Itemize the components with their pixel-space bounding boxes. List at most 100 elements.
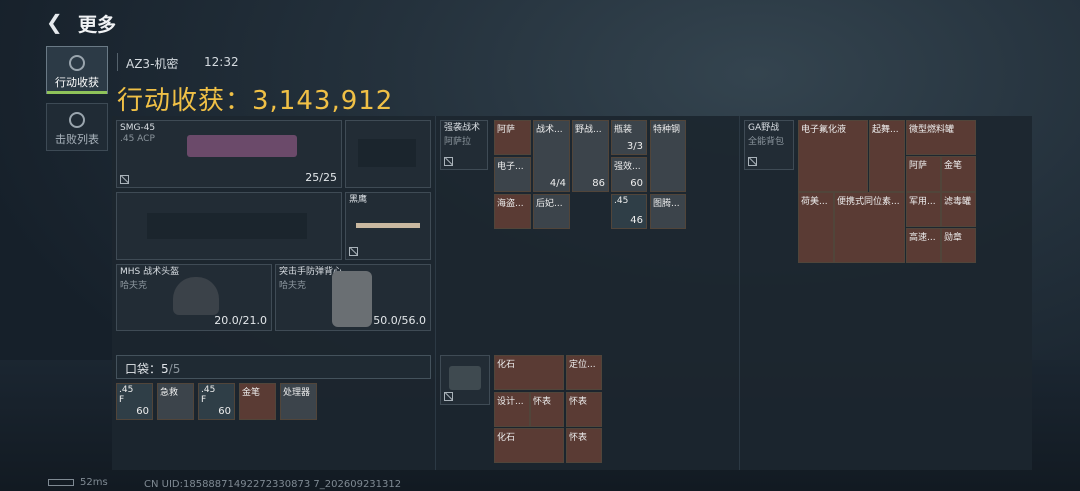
melee-name: 黑鹰 (349, 195, 368, 205)
item-count: 4/4 (549, 178, 566, 189)
secondary-weapon-slot[interactable] (116, 192, 342, 260)
backpack-item[interactable]: 便携式同位素... (834, 192, 905, 263)
chest-item[interactable]: 后妃... (533, 194, 570, 229)
item-name: 处理器 (283, 388, 311, 398)
helmet-slot[interactable]: MHS 战术头盔 哈夫克 20.0/21.0 (116, 264, 272, 331)
item-name: 海盗... (497, 199, 524, 209)
item-sub: F (201, 395, 207, 405)
backpack-item[interactable]: 勋章 (941, 228, 976, 263)
chest-item[interactable]: 海盗... (494, 194, 531, 229)
pistol-icon (358, 139, 416, 167)
signal-icon (48, 478, 74, 486)
case-item[interactable]: 怀表 (530, 392, 564, 427)
tab-kills[interactable]: 击败列表 (46, 103, 108, 151)
pistol-slot[interactable] (345, 120, 431, 188)
haul-total: 行动收获：3,143,912 (117, 80, 393, 117)
pocket-value: 5 (161, 362, 169, 376)
case-item[interactable]: 化石 (494, 355, 564, 390)
helmet-name: MHS 战术头盔 (120, 267, 180, 277)
item-name: .45 (119, 385, 134, 395)
divider (435, 116, 436, 470)
item-name: 图腾... (653, 199, 680, 209)
lock-icon (444, 392, 453, 401)
pocket-item[interactable]: 处理器 (280, 383, 317, 420)
item-name: 怀表 (569, 397, 588, 407)
pocket-max: /5 (168, 362, 181, 376)
backpack-sub: 全能背包 (748, 137, 785, 147)
weapon-ammo: .45 ACP (120, 134, 155, 144)
case-item[interactable]: 怀表 (566, 392, 602, 427)
vest-slot[interactable]: 突击手防弹背心 哈夫克 50.0/56.0 (275, 264, 431, 331)
item-name: 微型燃料罐 (909, 125, 955, 135)
item-name: 金笔 (944, 161, 963, 171)
backpack-item[interactable]: 金笔 (941, 156, 976, 192)
target-icon (69, 55, 85, 71)
pocket-item[interactable]: 金笔 (239, 383, 276, 420)
case-item[interactable]: 定位... (566, 355, 602, 390)
network-status: 52ms (48, 477, 108, 488)
back-icon[interactable]: ❮ (46, 12, 66, 32)
chest-item[interactable]: 强效... 60 (611, 157, 647, 192)
backpack-item[interactable]: 军用... (906, 192, 941, 227)
backpack-item[interactable]: 电子氟化液 (798, 120, 868, 192)
knife-icon (356, 223, 420, 228)
backpack-item[interactable]: 滤毒罐 (941, 192, 976, 227)
smg-icon (187, 135, 297, 157)
divider (117, 53, 118, 71)
item-name: 高速... (909, 233, 936, 243)
backpack-item[interactable]: 起舞... (869, 120, 905, 192)
item-name: 阿萨 (497, 125, 516, 135)
item-name: 定位... (569, 360, 596, 370)
chest-item[interactable]: 阿萨 (494, 120, 531, 155)
helmet-brand: 哈夫克 (120, 281, 148, 291)
item-count: 3/3 (626, 141, 643, 152)
chest-item[interactable]: 野战... 86 (572, 120, 609, 192)
lock-icon (349, 247, 358, 256)
backpack-slot[interactable]: GA野战 全能背包 (744, 120, 794, 170)
pocket-item[interactable]: 急救 (157, 383, 194, 420)
player-uid: CN UID:18588871492272330873 7_2026092313… (144, 479, 402, 490)
vest-durability: 50.0/56.0 (373, 314, 426, 327)
item-name: 急救 (160, 388, 179, 398)
chest-item[interactable]: 特种钢 (650, 120, 686, 192)
item-name: 化石 (497, 433, 516, 443)
safe-case-slot[interactable] (440, 355, 490, 405)
chest-rig-name: 强袭战术 (444, 123, 481, 133)
item-name: 强效... (614, 162, 641, 172)
chest-item[interactable]: 电子... (494, 157, 531, 192)
item-name: 滤毒罐 (944, 197, 972, 207)
item-name: 化石 (497, 360, 516, 370)
item-name: 特种钢 (653, 125, 681, 135)
item-name: 后妃... (536, 199, 563, 209)
pocket-item[interactable]: .45 F 60 (116, 383, 153, 420)
chest-item[interactable]: .45 46 (611, 194, 647, 229)
item-name: 金笔 (242, 388, 261, 398)
case-item[interactable]: 怀表 (566, 428, 602, 463)
divider (739, 116, 740, 470)
case-item[interactable]: 设计... (494, 392, 530, 427)
helmet-durability: 20.0/21.0 (214, 314, 267, 327)
item-name: 怀表 (569, 433, 588, 443)
melee-slot[interactable]: 黑鹰 (345, 192, 431, 260)
primary-weapon-slot[interactable]: SMG-45 .45 ACP 25/25 (116, 120, 342, 188)
page-title: 更多 (78, 14, 117, 36)
pocket-item[interactable]: .45 F 60 (198, 383, 235, 420)
chest-item[interactable]: 图腾... (650, 194, 686, 229)
chest-item[interactable]: 瓶装 3/3 (611, 120, 647, 155)
backpack-item[interactable]: 阿萨 (906, 156, 941, 192)
chest-rig-slot[interactable]: 强袭战术 阿萨拉 (440, 120, 488, 170)
backpack-item[interactable]: 荷美... (798, 192, 834, 263)
tab-haul[interactable]: 行动收获 (46, 46, 108, 94)
item-count: 60 (218, 406, 231, 417)
backpack-item[interactable]: 微型燃料罐 (906, 120, 976, 155)
case-item[interactable]: 化石 (494, 428, 564, 463)
item-name: 设计... (497, 397, 524, 407)
item-count: 60 (136, 406, 149, 417)
backpack-item[interactable]: 高速... (906, 228, 941, 263)
item-name: 瓶装 (614, 125, 633, 135)
chest-item[interactable]: 战术... 4/4 (533, 120, 570, 192)
weapon-name: SMG-45 (120, 123, 156, 133)
lock-icon (120, 175, 129, 184)
haul-label: 行动收获： (117, 86, 253, 116)
item-count: 46 (630, 215, 643, 226)
